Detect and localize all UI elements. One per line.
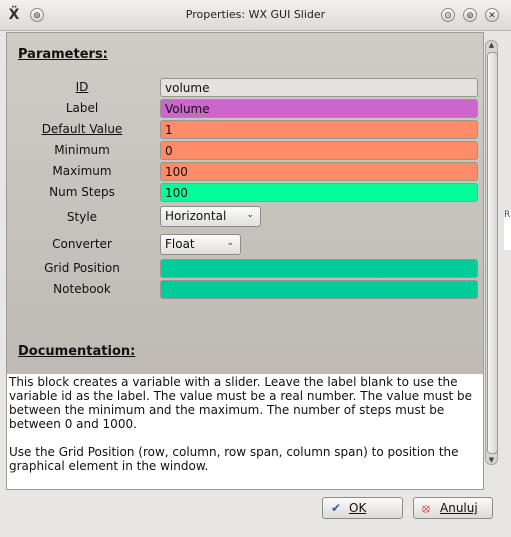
scroll-down-icon[interactable]: ▼ (486, 456, 497, 464)
grid-position-row: Grid Position (7, 259, 483, 278)
cancel-icon: ⦻ (422, 501, 430, 515)
param-input[interactable]: 100 (160, 183, 478, 202)
documentation-paragraph: Use the Grid Position (row, column, row … (9, 445, 459, 473)
param-row: Maximum 100 (7, 162, 483, 181)
minimize-button[interactable]: ⊙ (441, 8, 455, 22)
param-label: Default Value (41, 122, 123, 136)
param-input[interactable]: 1 (160, 120, 478, 139)
param-row: Default Value 1 (7, 120, 483, 139)
cancel-label: Anuluj (440, 501, 478, 515)
param-input[interactable]: Volume (160, 99, 478, 118)
style-selected: Horizontal (165, 209, 227, 223)
param-label: ID (75, 80, 89, 94)
notebook-row: Notebook (7, 280, 483, 299)
param-input[interactable]: volume (160, 78, 478, 97)
grid-position-input[interactable] (160, 259, 478, 278)
vertical-scrollbar[interactable]: ▲ ▼ (485, 40, 498, 465)
checkmark-icon: ✔ (331, 501, 342, 515)
converter-label: Converter (52, 237, 112, 251)
param-input[interactable]: 0 (160, 141, 478, 160)
param-row: Minimum 0 (7, 141, 483, 160)
scroll-thumb[interactable] (487, 52, 498, 454)
scroll-up-icon[interactable]: ▲ (486, 41, 497, 49)
documentation-paragraph: This block creates a variable with a sli… (9, 375, 473, 431)
converter-dropdown[interactable]: Float ⌄ (160, 234, 241, 255)
cancel-button[interactable]: ⦻ Anuluj (413, 497, 493, 519)
converter-row: Converter Float ⌄ (7, 234, 483, 255)
properties-panel: Parameters: ID volume Label Volume Default V… (6, 32, 484, 490)
param-label: Label (65, 101, 99, 115)
style-row: Style Horizontal ⌄ (7, 206, 483, 227)
param-label: Maximum (52, 164, 112, 178)
title-bar: Ẍ ⊚ Properties: WX GUI Slider ⊙ ⊚ ✕ (0, 0, 511, 31)
param-input[interactable]: 100 (160, 162, 478, 181)
style-dropdown[interactable]: Horizontal ⌄ (160, 206, 261, 227)
window-title: Properties: WX GUI Slider (185, 8, 326, 21)
ok-button[interactable]: ✔ OK (322, 497, 403, 519)
param-label: Num Steps (49, 185, 115, 199)
documentation-text: This block creates a variable with a sli… (7, 374, 483, 489)
close-button[interactable]: ✕ (485, 8, 499, 22)
notebook-input[interactable] (160, 280, 478, 299)
param-row: Label Volume (7, 99, 483, 118)
param-row: Num Steps 100 (7, 183, 483, 202)
grid-position-label: Grid Position (44, 261, 120, 275)
maximize-button[interactable]: ⊚ (463, 8, 477, 22)
ok-label: OK (349, 501, 367, 515)
background-window-fragment: R (504, 210, 511, 250)
parameters-heading: Parameters: (18, 47, 108, 62)
chevron-down-icon: ⌄ (246, 210, 254, 220)
param-label: Minimum (54, 143, 110, 157)
notebook-label: Notebook (53, 282, 111, 296)
documentation-heading: Documentation: (18, 344, 136, 359)
param-row: ID volume (7, 78, 483, 97)
chevron-down-icon: ⌄ (226, 238, 234, 248)
style-label: Style (66, 210, 98, 224)
converter-selected: Float (165, 237, 195, 251)
